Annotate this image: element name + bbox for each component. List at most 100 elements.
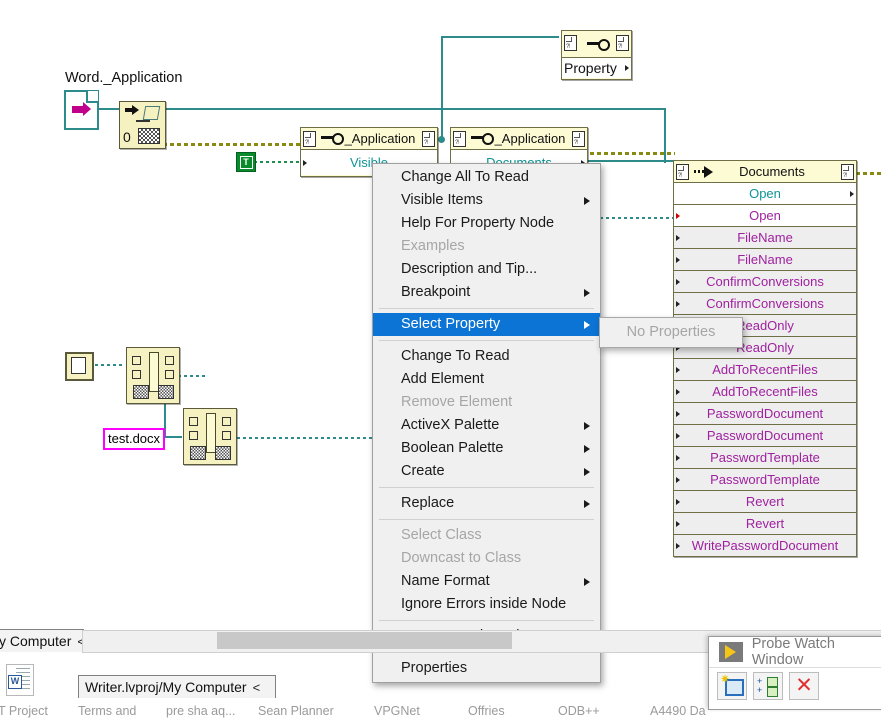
taskbar-item[interactable]: T Project — [0, 704, 48, 718]
documents-property-rows[interactable]: Open Open FileName FileName ConfirmConversio… — [674, 183, 856, 556]
property-list-row[interactable]: PasswordTemplate — [674, 447, 856, 469]
delete-probe-icon[interactable] — [789, 672, 819, 700]
my-computer-bar[interactable]: y Computer < — [0, 629, 85, 652]
context-menu[interactable]: Change All To Read Visible Items Help For … — [372, 163, 601, 683]
wire-segment — [163, 108, 666, 110]
documents-list-header: ?! Documents ?! — [674, 161, 856, 183]
property-list-row[interactable]: ConfirmConversions — [674, 293, 856, 315]
taskbar-item[interactable]: VPGNet — [374, 704, 420, 718]
property-list-row[interactable]: ConfirmConversions — [674, 271, 856, 293]
menu-item-label: Downcast to Class — [401, 550, 522, 566]
property-list-row[interactable]: AddToRecentFiles — [674, 359, 856, 381]
menu-item-activex-palette[interactable]: ActiveX Palette — [373, 414, 600, 437]
menu-item-downcast-to-class: Downcast to Class — [373, 547, 600, 570]
word-application-label: Word._Application — [65, 70, 183, 86]
menu-item-label: Change All To Read — [401, 169, 529, 185]
property-list-row[interactable]: Open — [674, 205, 856, 227]
property-node-header: ?! _Application ?! — [301, 128, 437, 150]
probe-watch-window[interactable]: Probe Watch Window + + — [708, 636, 881, 710]
menu-item-label: Visible Items — [401, 192, 483, 208]
menu-item-description-and-tip[interactable]: Description and Tip... — [373, 258, 600, 281]
path-constant[interactable] — [65, 352, 94, 381]
refnum-wire — [583, 152, 675, 155]
refnum-wire — [856, 172, 881, 175]
property-node-small[interactable]: ?! ?! Property — [561, 30, 632, 80]
property-list-row[interactable]: FileName — [674, 227, 856, 249]
select-property-submenu[interactable]: No Properties — [599, 317, 743, 348]
menu-item-boolean-palette[interactable]: Boolean Palette — [373, 437, 600, 460]
menu-item-change-to-read[interactable]: Change To Read — [373, 345, 600, 368]
probe-watch-titlebar: Probe Watch Window — [709, 636, 881, 668]
block-diagram-canvas[interactable]: Word._Application 0 T ?! ?! Property ?! — [0, 0, 881, 719]
property-list-row[interactable]: AddToRecentFiles — [674, 381, 856, 403]
menu-item-replace[interactable]: Replace — [373, 492, 600, 515]
menu-item-help-for-property-node[interactable]: Help For Property Node — [373, 212, 600, 235]
property-list-row[interactable]: Revert — [674, 513, 856, 535]
terminal-icon: ?! — [572, 131, 585, 147]
property-list-row-label: FileName — [737, 230, 793, 245]
menu-item-label: Select Class — [401, 527, 482, 543]
taskbar-item[interactable]: ODB++ — [558, 704, 600, 718]
property-list-row-label: ReadOnly — [736, 318, 794, 333]
input-arrow-icon — [676, 410, 680, 417]
node-class-label: _Application — [494, 131, 566, 146]
property-list-row-label: Revert — [745, 494, 785, 509]
property-list-row-label: AddToRecentFiles — [712, 384, 818, 399]
project-path-bar[interactable]: Writer.lvproj/My Computer < — [78, 675, 276, 698]
menu-item-properties[interactable]: Properties — [373, 657, 600, 680]
update-probes-icon[interactable]: + + — [753, 672, 783, 700]
menu-item-create[interactable]: Create — [373, 460, 600, 483]
property-node-row[interactable]: Property — [562, 58, 631, 78]
property-list-row[interactable]: FileName — [674, 249, 856, 271]
refnum-arrow-head-icon — [83, 102, 91, 116]
menu-item-name-format[interactable]: Name Format — [373, 570, 600, 593]
property-list-row[interactable]: Revert — [674, 491, 856, 513]
property-list-row[interactable]: Open — [674, 183, 856, 205]
horizontal-scroll-thumb[interactable] — [217, 632, 512, 649]
taskbar-item[interactable]: Sean Planner — [258, 704, 334, 718]
my-computer-label: y Computer — [0, 633, 72, 649]
property-list-row-label: Open — [749, 208, 781, 223]
property-list-row-label: Open — [749, 186, 781, 201]
error-out-icon — [158, 385, 174, 399]
property-list-row[interactable]: PasswordTemplate — [674, 469, 856, 491]
terminal-icon: ?! — [564, 35, 577, 51]
zero-label: 0 — [123, 129, 131, 145]
taskbar-item[interactable]: A4490 Da — [650, 704, 706, 718]
property-list-row-label: PasswordTemplate — [710, 472, 820, 487]
filename-string-constant[interactable]: test.docx — [103, 428, 166, 450]
submenu-arrow-icon — [584, 196, 590, 205]
menu-item-ignore-errors-inside-node[interactable]: Ignore Errors inside Node — [373, 593, 600, 616]
probe-toolbar[interactable]: + + — [709, 668, 881, 704]
menu-item-change-all-to-read[interactable]: Change All To Read — [373, 166, 600, 189]
automation-refnum-constant[interactable] — [64, 90, 99, 130]
automation-open-subvi[interactable]: 0 — [119, 101, 166, 149]
labview-logo-icon — [719, 642, 743, 662]
open-document-subvi[interactable] — [126, 347, 180, 404]
menu-item-select-property[interactable]: Select Property — [373, 313, 600, 336]
menu-item-add-element[interactable]: Add Element — [373, 368, 600, 391]
property-list-row[interactable]: PasswordDocument — [674, 403, 856, 425]
terminal-icon: ?! — [676, 164, 689, 180]
invoke-node-subvi[interactable] — [183, 408, 237, 465]
taskbar-item[interactable]: Offries — [468, 704, 505, 718]
property-key-icon — [321, 133, 344, 145]
menu-item-breakpoint[interactable]: Breakpoint — [373, 281, 600, 304]
taskbar-item[interactable]: pre sha aq... — [166, 704, 236, 718]
property-node-header: ?! _Application ?! — [451, 128, 587, 150]
node-class-label: _Application — [344, 131, 416, 146]
true-constant[interactable]: T — [236, 152, 256, 172]
taskbar-item[interactable]: Terms and — [78, 704, 136, 718]
input-arrow-icon — [676, 476, 680, 483]
submenu-arrow-icon — [584, 320, 590, 329]
input-arrow-icon — [676, 542, 680, 549]
new-probe-icon[interactable] — [717, 672, 747, 700]
property-list-row-label: ReadOnly — [736, 340, 794, 355]
project-path-chevron-icon[interactable]: < — [253, 680, 267, 695]
property-list-row[interactable]: PasswordDocument — [674, 425, 856, 447]
menu-separator — [379, 487, 594, 488]
property-list-row[interactable]: WritePasswordDocument — [674, 535, 856, 556]
input-arrow-icon — [676, 366, 680, 373]
documents-property-list[interactable]: ?! Documents ?! Open Open FileName FileName… — [673, 160, 857, 557]
menu-item-visible-items[interactable]: Visible Items — [373, 189, 600, 212]
